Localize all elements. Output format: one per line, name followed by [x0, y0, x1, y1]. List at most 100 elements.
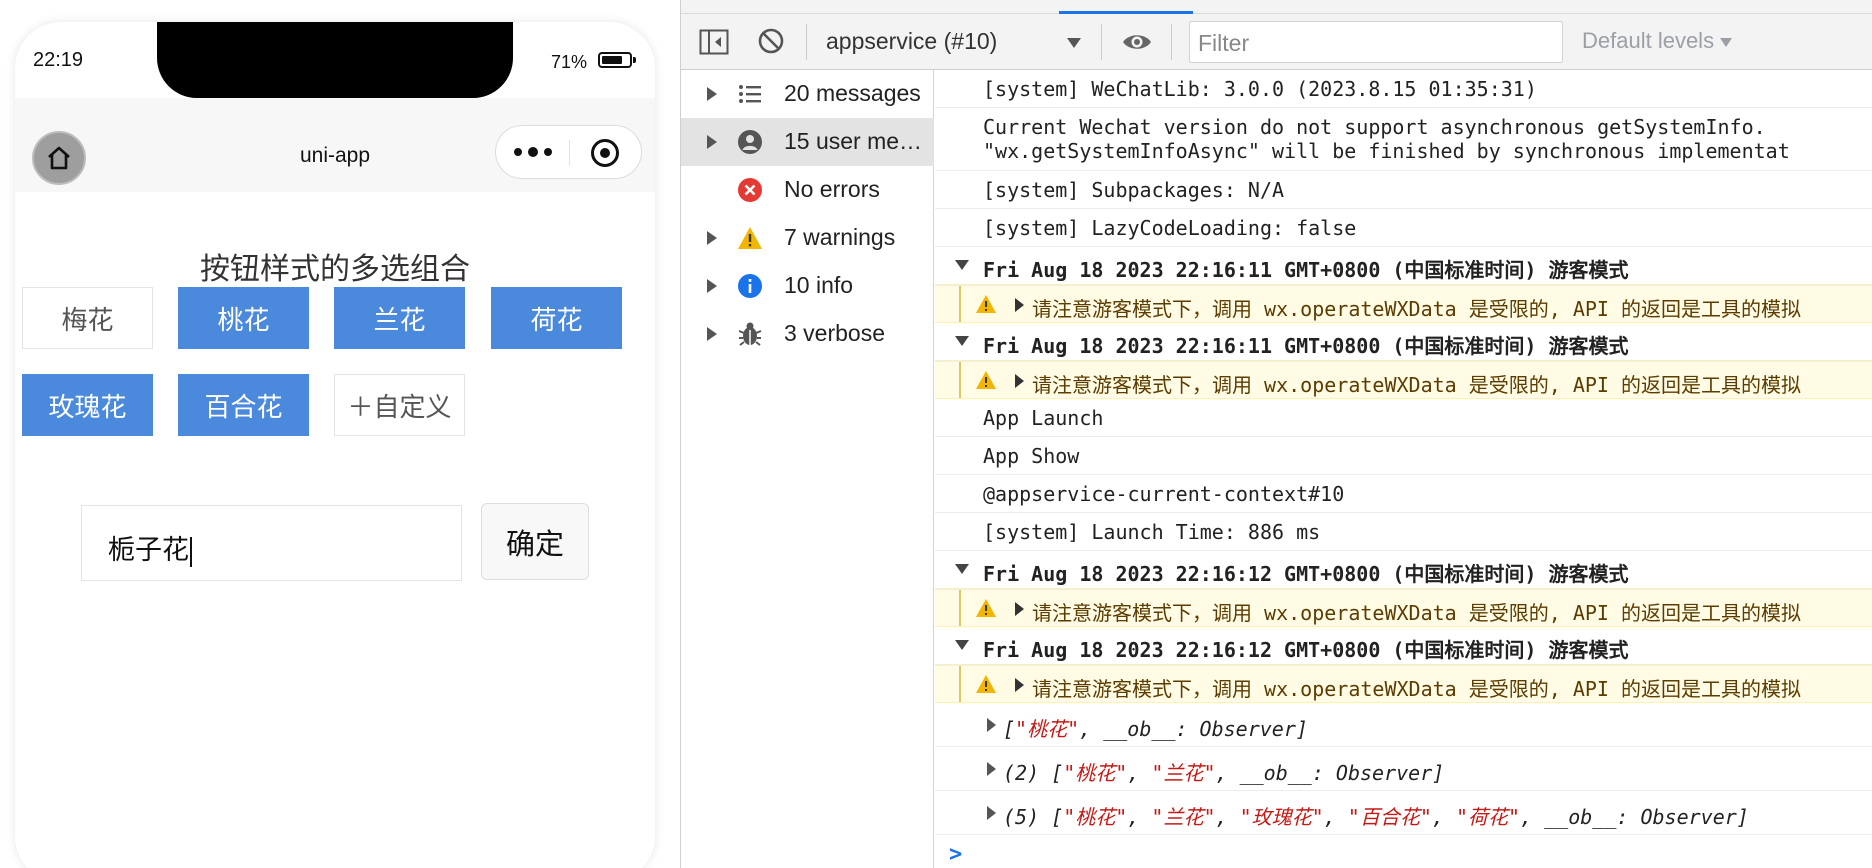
expand-arrow-icon[interactable]	[707, 135, 717, 149]
log-entry: App Launch	[935, 399, 1872, 437]
info-icon	[738, 274, 762, 298]
console-prompt[interactable]: >	[949, 842, 962, 867]
warning-icon	[976, 371, 996, 389]
log-group-header[interactable]: Fri Aug 18 2023 22:16:12 GMT+0800 (中国标准时…	[935, 627, 1872, 665]
chip-meihua[interactable]: 梅花	[22, 287, 153, 349]
phone-notch	[157, 22, 513, 98]
custom-flower-input[interactable]: 栀子花	[81, 505, 462, 581]
expand-arrow-icon[interactable]	[1015, 298, 1024, 312]
clear-console-icon[interactable]	[757, 27, 785, 55]
group-indent-bar	[959, 286, 961, 322]
collapse-arrow-icon[interactable]	[955, 640, 969, 650]
eye-icon[interactable]	[1121, 30, 1153, 54]
page-content: 按钮样式的多选组合 梅花 桃花 兰花 荷花 玫瑰花 百合花 ＋自定义 栀子花 确…	[15, 194, 655, 868]
sidebar-item-label: No errors	[784, 176, 880, 202]
chip-hehua[interactable]: 荷花	[491, 287, 622, 349]
expand-arrow-icon[interactable]	[987, 718, 996, 732]
log-entry: [system] WeChatLib: 3.0.0 (2023.8.15 01:…	[935, 70, 1872, 108]
toolbar-separator	[806, 24, 807, 60]
sidebar-item-label: 20 messages	[784, 80, 921, 106]
log-group-header[interactable]: Fri Aug 18 2023 22:16:11 GMT+0800 (中国标准时…	[935, 247, 1872, 285]
expand-arrow-icon[interactable]	[707, 231, 717, 245]
log-warning[interactable]: 请注意游客模式下，调用 wx.operateWXData 是受限的, API 的…	[935, 285, 1872, 323]
collapse-arrow-icon[interactable]	[955, 336, 969, 346]
chip-taohua[interactable]: 桃花	[178, 287, 309, 349]
toolbar-separator	[1171, 24, 1172, 60]
sidebar-item-label: 7 warnings	[784, 224, 896, 250]
console-log: [system] WeChatLib: 3.0.0 (2023.8.15 01:…	[935, 70, 1872, 868]
collapse-arrow-icon[interactable]	[955, 564, 969, 574]
log-entry: [system] Launch Time: 886 ms	[935, 513, 1872, 551]
phone-simulator: 22:19 71% uni-app 按钮样式的多选组合 梅花 桃花 兰花 荷花 …	[0, 0, 680, 868]
log-entry: Current Wechat version do not support as…	[935, 108, 1872, 171]
log-entry: App Show	[935, 437, 1872, 475]
log-object-entry[interactable]: (5) ["桃花", "兰花", "玫瑰花", "百合花", "荷花", __o…	[935, 791, 1872, 835]
expand-arrow-icon[interactable]	[1015, 602, 1024, 616]
log-entry: [system] Subpackages: N/A	[935, 171, 1872, 209]
expand-arrow-icon[interactable]	[707, 279, 717, 293]
log-entry: @appservice-current-context#10	[935, 475, 1872, 513]
warning-icon	[976, 675, 996, 693]
warning-icon	[738, 227, 762, 249]
error-icon	[738, 178, 762, 202]
warning-icon	[976, 295, 996, 313]
capsule-divider	[569, 140, 570, 166]
sidebar-item-user-messages[interactable]: 15 user me…	[681, 118, 934, 166]
confirm-button[interactable]: 确定	[481, 503, 589, 580]
sidebar-item-info[interactable]: 10 info	[681, 262, 934, 310]
page-heading: 按钮样式的多选组合	[200, 253, 470, 286]
text-caret	[190, 536, 192, 567]
sidebar-item-errors[interactable]: No errors	[681, 166, 934, 214]
toggle-sidebar-icon[interactable]	[699, 29, 729, 55]
expand-arrow-icon[interactable]	[707, 87, 717, 101]
close-mini-program-icon[interactable]	[591, 139, 619, 167]
bug-icon	[738, 322, 762, 346]
toolbar-separator	[1101, 24, 1102, 60]
log-group-header[interactable]: Fri Aug 18 2023 22:16:12 GMT+0800 (中国标准时…	[935, 551, 1872, 589]
devtools-tab-strip	[681, 0, 1872, 14]
list-icon	[739, 85, 761, 103]
chevron-down-icon[interactable]	[1067, 38, 1081, 48]
console-sidebar: 20 messages 15 user me… No errors 7 warn…	[681, 70, 934, 868]
log-warning[interactable]: 请注意游客模式下，调用 wx.operateWXData 是受限的, API 的…	[935, 665, 1872, 703]
expand-arrow-icon[interactable]	[1015, 678, 1024, 692]
expand-arrow-icon[interactable]	[987, 762, 996, 776]
battery-icon	[598, 52, 636, 68]
console-toolbar: appservice (#10) Filter Default levels	[681, 14, 1872, 70]
sidebar-item-label: 3 verbose	[784, 320, 886, 346]
devtools-console-panel: appservice (#10) Filter Default levels 2…	[680, 0, 1872, 868]
warning-icon	[976, 599, 996, 617]
mini-program-navbar: uni-app	[15, 98, 655, 192]
status-time: 22:19	[33, 49, 84, 71]
expand-arrow-icon[interactable]	[987, 806, 996, 820]
collapse-arrow-icon[interactable]	[955, 260, 969, 270]
phone-frame: 22:19 71% uni-app 按钮样式的多选组合 梅花 桃花 兰花 荷花 …	[15, 22, 655, 868]
log-warning[interactable]: 请注意游客模式下，调用 wx.operateWXData 是受限的, API 的…	[935, 361, 1872, 399]
sidebar-item-messages[interactable]: 20 messages	[681, 70, 934, 118]
context-selector[interactable]: appservice (#10)	[826, 28, 997, 55]
chip-lanhua[interactable]: 兰花	[334, 287, 465, 349]
expand-arrow-icon[interactable]	[1015, 374, 1024, 388]
more-icon[interactable]	[514, 140, 564, 164]
log-group-header[interactable]: Fri Aug 18 2023 22:16:11 GMT+0800 (中国标准时…	[935, 323, 1872, 361]
sidebar-item-label: 10 info	[784, 272, 854, 298]
chevron-down-icon	[1720, 37, 1733, 47]
log-object-entry[interactable]: ["桃花", __ob__: Observer]	[935, 703, 1872, 747]
log-warning[interactable]: 请注意游客模式下，调用 wx.operateWXData 是受限的, API 的…	[935, 589, 1872, 627]
log-entry: [system] LazyCodeLoading: false	[935, 209, 1872, 247]
log-object-entry[interactable]: (2) ["桃花", "兰花", __ob__: Observer]	[935, 747, 1872, 791]
sidebar-item-warnings[interactable]: 7 warnings	[681, 214, 934, 262]
battery-percentage: 71%	[551, 52, 588, 72]
chip-meiguihua[interactable]: 玫瑰花	[22, 374, 153, 436]
group-indent-bar	[959, 666, 961, 702]
capsule-menu	[495, 125, 642, 179]
group-indent-bar	[959, 590, 961, 626]
chip-custom-add[interactable]: ＋自定义	[334, 374, 465, 436]
sidebar-item-verbose[interactable]: 3 verbose	[681, 310, 934, 358]
custom-input-value: 栀子花	[108, 528, 192, 567]
sidebar-item-label: 15 user me…	[784, 128, 923, 154]
filter-input[interactable]: Filter	[1189, 21, 1563, 63]
expand-arrow-icon[interactable]	[707, 327, 717, 341]
log-levels-dropdown[interactable]: Default levels	[1582, 28, 1733, 54]
chip-baihehua[interactable]: 百合花	[178, 374, 309, 436]
